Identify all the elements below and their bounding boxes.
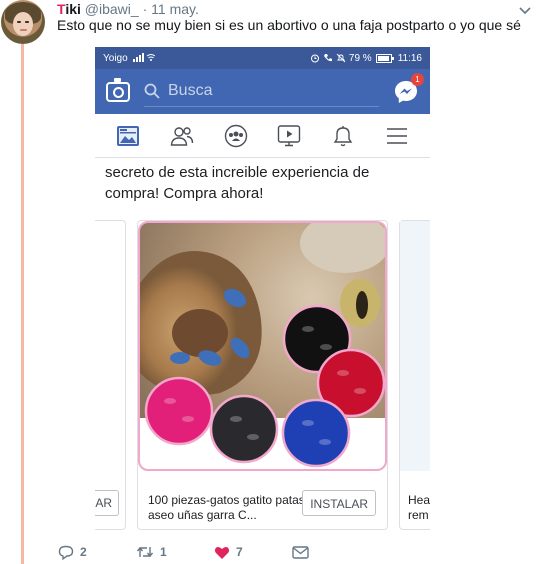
heart-icon — [214, 546, 230, 559]
tweet-header: Tiki @ibawi_ · 11 may. — [57, 1, 199, 17]
camera-icon[interactable] — [106, 77, 130, 102]
direct-message-button[interactable] — [292, 545, 309, 559]
carrier-label: Yoigo — [103, 53, 310, 64]
tweet-text: Esto que no se muy bien si es un abortiv… — [57, 17, 521, 33]
next-card-title-line2: rem — [408, 508, 429, 522]
avatar[interactable] — [1, 0, 45, 44]
next-card-title-line1: Hea — [408, 493, 430, 507]
watch-video-icon — [278, 124, 301, 146]
reply-count: 2 — [80, 545, 87, 559]
next-card-title: Hea rem — [408, 493, 430, 523]
friends-tab[interactable] — [169, 123, 195, 149]
next-card-image — [400, 221, 430, 471]
menu-tab[interactable] — [384, 123, 410, 149]
like-button[interactable]: 7 — [214, 545, 292, 560]
avatar-eye-right — [25, 21, 29, 23]
ad-post-text: secreto de esta increible experiencia de… — [95, 158, 430, 210]
avatar-face — [13, 12, 33, 36]
watch-tab[interactable] — [276, 123, 302, 149]
tweet-actions: 2 1 7 — [58, 542, 309, 562]
signal-icon — [133, 53, 156, 63]
phone-status-bar: Yoigo 79 % 11:16 — [95, 47, 430, 69]
battery-percent: 79 % — [348, 52, 372, 64]
product-image[interactable] — [138, 221, 387, 471]
carousel-card-main[interactable]: 100 piezas-gatos gatito patas aseo uñas … — [137, 220, 388, 530]
retweet-button[interactable]: 1 — [136, 545, 214, 559]
messenger-badge: 1 — [411, 72, 424, 86]
battery-icon — [375, 53, 394, 63]
embedded-screenshot[interactable]: Yoigo 79 % 11:16 Busca 1 secreto de esta… — [95, 47, 430, 530]
cat-paw-nail-caps-photo — [140, 223, 385, 469]
groups-icon — [224, 124, 247, 147]
status-time: 11:16 — [397, 52, 422, 64]
notifications-tab[interactable] — [330, 123, 356, 149]
carousel-card-previous[interactable]: AR — [95, 220, 126, 530]
news-feed-icon — [116, 125, 139, 146]
news-feed-tab[interactable] — [115, 123, 141, 149]
search-placeholder: Busca — [168, 82, 213, 99]
hamburger-menu-icon — [387, 127, 408, 144]
call-icon — [323, 54, 332, 62]
groups-tab[interactable] — [223, 123, 249, 149]
friends-icon — [170, 126, 193, 146]
reply-icon — [58, 545, 74, 560]
mute-icon — [336, 53, 346, 63]
carrier-name: Yoigo — [103, 52, 128, 64]
search-icon — [144, 83, 160, 99]
ad-post-body: secreto de esta increible experiencia de… — [105, 164, 370, 202]
search-input[interactable]: Busca — [144, 77, 379, 107]
envelope-icon — [292, 545, 309, 559]
display-name-rest[interactable]: iki — [65, 1, 81, 17]
facebook-top-bar: Busca 1 — [95, 69, 430, 114]
separator-dot: · — [142, 1, 148, 17]
like-count: 7 — [236, 545, 243, 559]
carousel-card-next[interactable]: Hea rem — [399, 220, 430, 530]
install-button[interactable]: INSTALAR — [302, 490, 376, 516]
alarm-icon — [310, 54, 319, 63]
reply-button[interactable]: 2 — [58, 545, 136, 560]
avatar-eye-left — [17, 21, 21, 23]
product-title[interactable]: 100 piezas-gatos gatito patas aseo uñas … — [148, 493, 308, 523]
tweet-date[interactable]: 11 may. — [151, 1, 199, 17]
ad-carousel[interactable]: AR 100 piezas-gatos gatito patas aseo uñ… — [95, 220, 430, 530]
facebook-nav-row — [95, 114, 430, 158]
avatar-mouth — [20, 29, 27, 31]
messenger-button[interactable]: 1 — [393, 72, 424, 105]
bell-icon — [333, 125, 353, 146]
user-handle[interactable]: @ibawi_ — [85, 1, 139, 17]
thread-line — [21, 44, 24, 564]
chevron-down-icon[interactable] — [518, 4, 532, 18]
previous-card-install-button[interactable]: AR — [95, 490, 119, 516]
retweet-count: 1 — [160, 545, 167, 559]
retweet-icon — [136, 546, 154, 558]
